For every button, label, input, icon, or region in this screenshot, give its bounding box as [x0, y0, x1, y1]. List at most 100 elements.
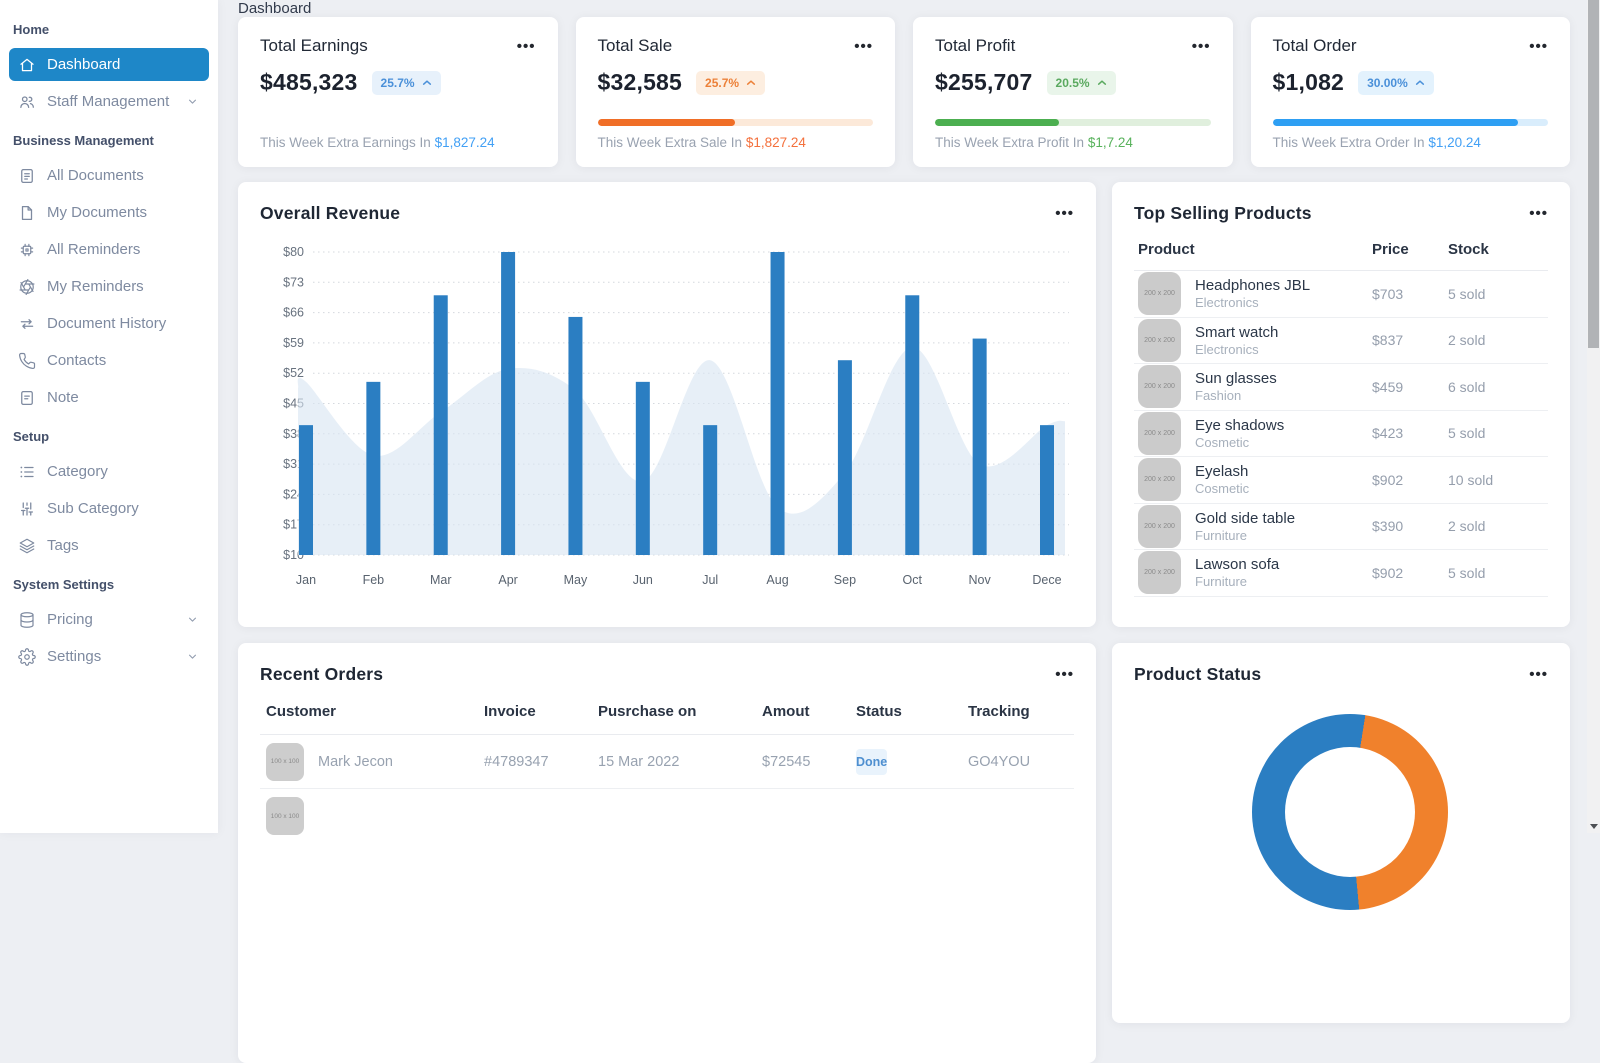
caret-up-icon	[422, 80, 431, 85]
revenue-bar-Nov	[972, 338, 987, 555]
stat-value-row: $1,082 30.00%	[1273, 69, 1549, 96]
ellipsis-menu-icon[interactable]: •••	[1529, 39, 1548, 54]
column-invoice: Invoice	[484, 703, 536, 720]
sidebar-item-dashboard[interactable]: Dashboard	[9, 48, 209, 81]
sidebar-section-items: Dashboard Staff Management	[0, 48, 218, 118]
card-header: Total Sale •••	[598, 36, 874, 56]
product-status-chart	[1134, 685, 1548, 910]
stat-value: $255,707	[935, 69, 1033, 95]
stat-footer: This Week Extra Profit In $1,7.24	[935, 135, 1211, 150]
table-row[interactable]: 200 x 200 Lawson sofa Furniture $902 5 s…	[1134, 550, 1548, 597]
progress-bar	[597, 119, 873, 126]
product-status-card: Product Status •••	[1112, 643, 1570, 1023]
ellipsis-menu-icon[interactable]: •••	[1055, 667, 1074, 682]
sidebar-item-label: Tags	[47, 537, 79, 554]
topbar: Dashboard	[238, 0, 1570, 17]
table-row[interactable]: 200 x 200 Smart watch Electronics $837 2…	[1134, 318, 1548, 364]
stat-value-row: $255,707 20.5%	[935, 69, 1211, 96]
gear-icon	[18, 648, 36, 666]
product-cell: 200 x 200 Sun glasses Fashion	[1138, 365, 1372, 409]
column-customer: Customer	[266, 703, 337, 720]
donut-chart	[1252, 714, 1448, 910]
aperture-icon	[18, 278, 36, 296]
stat-value: $1,082	[1272, 69, 1345, 95]
product-cell: 200 x 200 Lawson sofa Furniture	[1138, 551, 1372, 595]
sidebar-item-document-history[interactable]: Document History	[9, 307, 209, 340]
x-tick-label: Aug	[766, 573, 788, 587]
x-tick-label: Jun	[633, 573, 653, 587]
revenue-bar-Sep	[837, 360, 852, 555]
product-thumbnail: 200 x 200	[1138, 318, 1181, 362]
product-cell: 200 x 200 Smart watch Electronics	[1138, 318, 1372, 362]
table-row[interactable]: 200 x 200 Gold side table Furniture $390…	[1134, 504, 1548, 550]
table-row[interactable]: 100 x 100 Mark Jecon #4789347 15 Mar 202…	[260, 735, 1074, 789]
ellipsis-menu-icon[interactable]: •••	[1529, 206, 1548, 221]
sidebar-item-staff-management[interactable]: Staff Management	[9, 85, 209, 118]
layers-icon	[18, 537, 36, 555]
scrollbar-down-arrow-icon[interactable]	[1587, 824, 1600, 829]
ellipsis-menu-icon[interactable]: •••	[517, 39, 536, 54]
scrollbar[interactable]	[1587, 0, 1600, 833]
column-stock: Stock	[1448, 241, 1489, 258]
overall-revenue-card: Overall Revenue ••• $10 $17 $24 $31 $38 $45 $5…	[238, 182, 1096, 627]
stat-value: $485,323	[260, 69, 358, 95]
card-header: Recent Orders •••	[260, 664, 1074, 685]
scrollbar-thumb[interactable]	[1588, 0, 1599, 348]
caret-up-icon	[1415, 80, 1424, 85]
x-tick-label: Dece	[1032, 573, 1061, 587]
customer-name: Mark Jecon	[318, 753, 393, 770]
product-thumbnail: 200 x 200	[1138, 458, 1181, 502]
sidebar-item-note[interactable]: Note	[9, 381, 209, 414]
sliders-icon	[18, 500, 36, 518]
ellipsis-menu-icon[interactable]: •••	[1529, 667, 1548, 682]
table-row-partial[interactable]: 100 x 100	[260, 797, 1074, 835]
stat-title: Total Sale	[597, 36, 673, 55]
product-thumbnail: 200 x 200	[1138, 411, 1181, 455]
sidebar-item-all-reminders[interactable]: All Reminders	[9, 233, 209, 266]
status-badge: Done	[856, 748, 888, 775]
sidebar-item-label: Sub Category	[47, 500, 139, 517]
sidebar-item-contacts[interactable]: Contacts	[9, 344, 209, 377]
dashboard-grid: Overall Revenue ••• $10 $17 $24 $31 $38 $45 $5…	[238, 182, 1570, 1063]
ellipsis-menu-icon[interactable]: •••	[1192, 39, 1211, 54]
document-icon	[18, 167, 36, 185]
table-row[interactable]: 200 x 200 Eyelash Cosmetic $902 10 sold	[1134, 457, 1548, 504]
chip-icon	[18, 241, 36, 259]
table-row[interactable]: 200 x 200 Eye shadows Cosmetic $423 5 so…	[1134, 411, 1548, 457]
sidebar-item-pricing[interactable]: Pricing	[9, 603, 209, 636]
progress-bar	[1272, 119, 1548, 126]
product-name: Headphones JBL	[1195, 277, 1311, 295]
product-cell: 200 x 200 Headphones JBL Electronics	[1138, 272, 1372, 316]
table-row[interactable]: 200 x 200 Sun glasses Fashion $459 6 sol…	[1134, 364, 1548, 411]
sidebar-item-label: All Reminders	[47, 241, 141, 258]
sidebar-item-tags[interactable]: Tags	[9, 529, 209, 562]
sidebar-item-settings[interactable]: Settings	[9, 640, 209, 673]
users-icon	[18, 93, 36, 111]
sidebar-item-category[interactable]: Category	[9, 455, 209, 488]
y-tick-label: $66	[283, 306, 304, 320]
revenue-bar-Jul	[703, 425, 718, 555]
card-header: Total Earnings •••	[260, 36, 536, 56]
sidebar-item-label: Pricing	[47, 611, 93, 628]
order-amount: $72545	[762, 753, 811, 770]
sidebar-item-my-documents[interactable]: My Documents	[9, 196, 209, 229]
product-category: Cosmetic	[1195, 434, 1250, 450]
sidebar-item-my-reminders[interactable]: My Reminders	[9, 270, 209, 303]
top-selling-products-card: Top Selling Products ••• Product Price S…	[1112, 182, 1570, 627]
product-price: $459	[1372, 378, 1404, 395]
avatar: 100 x 100	[266, 742, 304, 781]
orders-table-body: 100 x 100 Mark Jecon #4789347 15 Mar 202…	[260, 735, 1074, 789]
ellipsis-menu-icon[interactable]: •••	[854, 39, 873, 54]
revenue-bar-Jun	[635, 381, 650, 555]
trend-badge: 25.7%	[371, 70, 441, 95]
product-name: Eyelash	[1195, 463, 1249, 481]
x-tick-label: Sep	[834, 573, 856, 587]
product-stock: 10 sold	[1448, 471, 1494, 488]
sidebar-item-all-documents[interactable]: All Documents	[9, 159, 209, 192]
ellipsis-menu-icon[interactable]: •••	[1055, 206, 1074, 221]
sidebar-item-sub-category[interactable]: Sub Category	[9, 492, 209, 525]
sidebar-item-label: My Documents	[47, 204, 148, 221]
table-row[interactable]: 200 x 200 Headphones JBL Electronics $70…	[1134, 271, 1548, 318]
stat-card-total-sale: Total Sale ••• $32,585 25.7% This Week E…	[575, 17, 895, 167]
x-tick-label: Feb	[363, 573, 385, 587]
